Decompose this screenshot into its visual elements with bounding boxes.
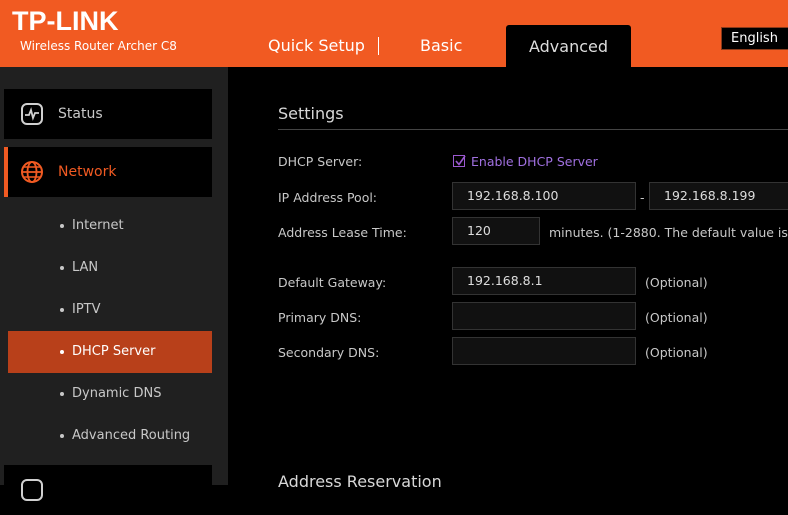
tab-basic[interactable]: Basic xyxy=(420,36,462,56)
sidebar-subitem-label: Advanced Routing xyxy=(72,428,191,443)
sidebar-subitem-dhcp-server[interactable]: DHCP Server xyxy=(8,331,212,373)
tab-quick-setup[interactable]: Quick Setup xyxy=(268,36,365,56)
lease-time-input[interactable]: 120 xyxy=(452,217,540,245)
bullet-icon xyxy=(60,266,64,270)
bullet-icon xyxy=(60,224,64,228)
ip-pool-label: IP Address Pool: xyxy=(278,190,378,205)
settings-title: Settings xyxy=(278,104,344,123)
sidebar-item-status[interactable]: Status xyxy=(4,89,212,139)
globe-icon xyxy=(21,161,43,183)
sidebar-item-network[interactable]: Network xyxy=(4,147,212,197)
divider xyxy=(278,129,788,130)
menu-item-icon xyxy=(21,479,43,501)
bullet-icon xyxy=(60,434,64,438)
tab-divider xyxy=(378,37,379,55)
bullet-icon xyxy=(60,308,64,312)
sidebar-subitem-label: DHCP Server xyxy=(72,344,156,359)
bullet-icon xyxy=(60,392,64,396)
sidebar-subitem-iptv[interactable]: IPTV xyxy=(8,289,212,331)
sidebar-subitem-dynamic-dns[interactable]: Dynamic DNS xyxy=(8,373,212,415)
sidebar-item-label: Status xyxy=(58,106,103,122)
secondary-dns-input[interactable] xyxy=(452,337,636,365)
tab-advanced-label: Advanced xyxy=(528,37,609,56)
tab-advanced[interactable]: Advanced xyxy=(506,25,631,67)
primary-dns-label: Primary DNS: xyxy=(278,310,362,325)
sidebar-subitem-label: Internet xyxy=(72,218,124,233)
address-reservation-title: Address Reservation xyxy=(278,472,442,491)
secondary-dns-optional: (Optional) xyxy=(645,345,708,360)
gateway-label: Default Gateway: xyxy=(278,275,387,290)
sidebar: Status Network Internet LAN IPTV DHCP Se… xyxy=(0,67,228,515)
lease-time-note: minutes. (1-2880. The default value is xyxy=(549,225,788,240)
header: TP-LINK Wireless Router Archer C8 Quick … xyxy=(0,0,788,67)
sidebar-subitem-internet[interactable]: Internet xyxy=(8,205,212,247)
main-content: Settings DHCP Server: Enable DHCP Server… xyxy=(228,67,788,491)
sidebar-subitem-label: LAN xyxy=(72,260,99,275)
sidebar-subitem-label: IPTV xyxy=(72,302,101,317)
bullet-icon xyxy=(60,350,64,354)
sidebar-item-next[interactable] xyxy=(4,465,212,515)
model-name: Wireless Router Archer C8 xyxy=(20,39,177,53)
lease-time-label: Address Lease Time: xyxy=(278,225,407,240)
ip-pool-dash: - xyxy=(640,190,645,205)
ip-pool-end-input[interactable]: 192.168.8.199 xyxy=(649,182,788,210)
sidebar-subitem-advanced-routing[interactable]: Advanced Routing xyxy=(8,415,212,457)
gateway-optional: (Optional) xyxy=(645,275,708,290)
ip-pool-start-input[interactable]: 192.168.8.100 xyxy=(452,182,636,210)
sidebar-subitem-lan[interactable]: LAN xyxy=(8,247,212,289)
activity-icon xyxy=(21,103,43,125)
sidebar-subitem-label: Dynamic DNS xyxy=(72,386,162,401)
sidebar-item-label: Network xyxy=(58,164,117,180)
enable-dhcp-label[interactable]: Enable DHCP Server xyxy=(471,154,598,170)
gateway-input[interactable]: 192.168.8.1 xyxy=(452,267,636,295)
checkmark-icon xyxy=(455,155,466,166)
language-select[interactable]: English xyxy=(721,27,788,50)
secondary-dns-label: Secondary DNS: xyxy=(278,345,380,360)
dhcp-server-label: DHCP Server: xyxy=(278,154,363,169)
brand-logo: TP-LINK xyxy=(12,6,119,36)
enable-dhcp-checkbox[interactable] xyxy=(453,155,466,167)
primary-dns-optional: (Optional) xyxy=(645,310,708,325)
primary-dns-input[interactable] xyxy=(452,302,636,330)
